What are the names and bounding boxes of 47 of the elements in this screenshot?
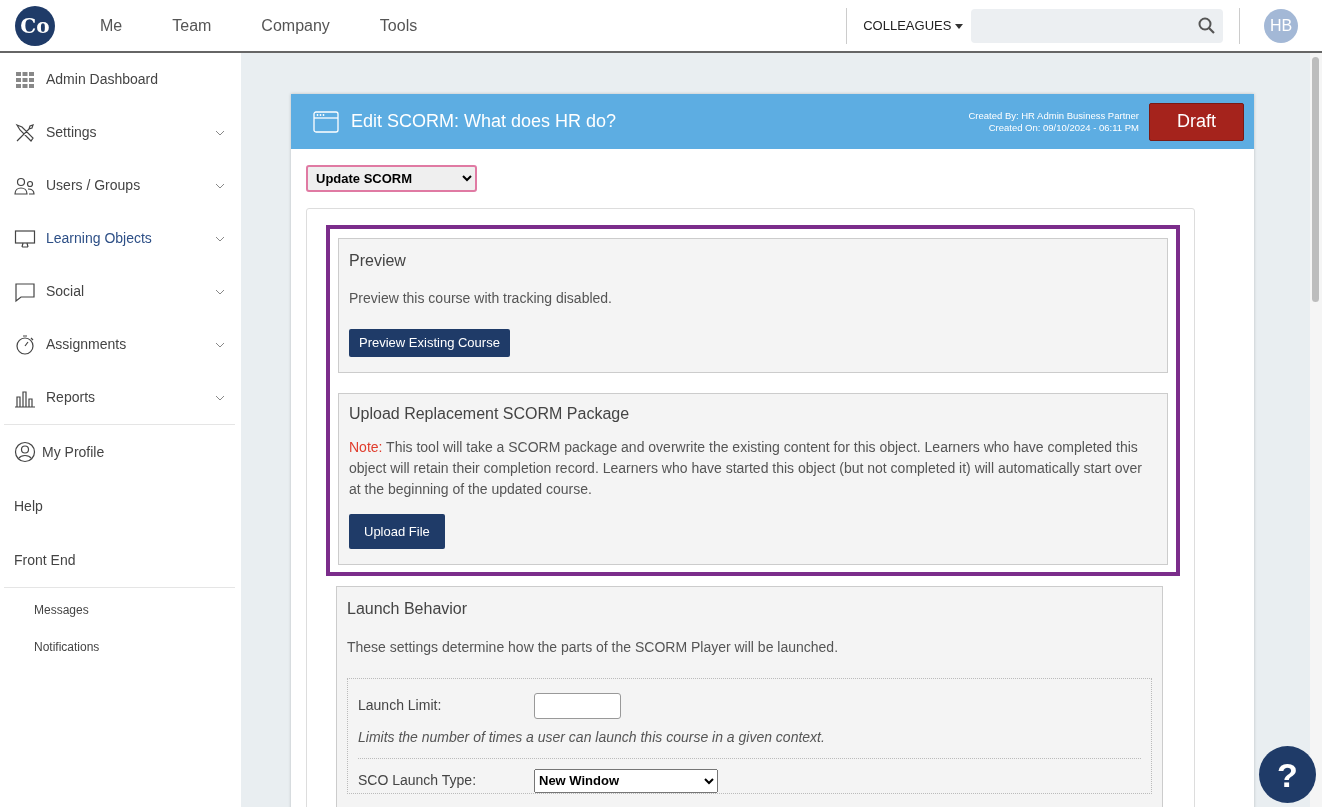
sidebar-item[interactable]: Social: [4, 265, 235, 318]
sidebar-item[interactable]: Assignments: [4, 318, 235, 371]
sidebar-item[interactable]: Admin Dashboard: [4, 53, 235, 106]
search-field[interactable]: [971, 8, 1223, 43]
monitor-icon: [14, 227, 36, 250]
nav-link[interactable]: Tools: [379, 13, 418, 38]
help-button[interactable]: ?: [1259, 746, 1316, 803]
panel-title: Launch Behavior: [347, 599, 469, 619]
sidebar-link[interactable]: Messages: [4, 592, 235, 629]
speech-bubble-icon: [14, 280, 36, 303]
panel-title: Upload Replacement SCORM Package: [349, 403, 631, 423]
sidebar-link[interactable]: Help: [4, 479, 235, 533]
action-select[interactable]: Update SCORM: [306, 165, 477, 192]
nav-link[interactable]: Company: [261, 13, 330, 38]
created-by-text: Created By: HR Admin Business Partner: [968, 110, 1139, 122]
page-title: Edit SCORM: What does HR do?: [351, 110, 617, 133]
input-field[interactable]: [534, 692, 621, 719]
field-label: Launch Limit:: [358, 696, 443, 716]
colleagues-dropdown[interactable]: COLLEAGUES: [855, 15, 971, 36]
panel-text: Preview this course with tracking disabled.: [349, 289, 613, 309]
person-circle-icon: [14, 441, 36, 463]
panel-title: Preview: [349, 251, 407, 271]
sidebar-link[interactable]: Front End: [4, 533, 235, 587]
nav-link[interactable]: Team: [172, 13, 212, 38]
upload-button[interactable]: Upload File: [349, 513, 445, 550]
sidebar-link[interactable]: Notifications: [4, 629, 235, 666]
scrollbar-thumb[interactable]: [1312, 57, 1319, 302]
nav-link[interactable]: Me: [100, 13, 123, 38]
browser-window-icon: [313, 110, 339, 133]
note-text: Note: This tool will take a SCORM package and overwrite the existing content for this object. Learners who have completed this object will retain their completion record. Learners who have started this object (but not completed it) will automatically start over at the beginning of the updated course.: [349, 437, 1143, 499]
caret-icon: [955, 23, 963, 29]
sidebar-item[interactable]: Users / Groups: [4, 159, 235, 212]
panel-text: These settings determine how the parts of the SCORM Player will be launched.: [347, 637, 840, 657]
created-on-text: Created On: 09/10/2024 - 06:11 PM: [987, 121, 1139, 133]
sidebar-item[interactable]: Settings: [4, 106, 235, 159]
sidebar-item[interactable]: Learning Objects: [4, 212, 235, 265]
sidebar-item[interactable]: Reports: [4, 371, 235, 424]
stopwatch-icon: [14, 333, 36, 356]
search-icon[interactable]: [1198, 17, 1215, 34]
preview-button[interactable]: Preview Existing Course: [349, 329, 510, 357]
field-label: SCO Launch Type:: [358, 771, 478, 791]
tools-icon: [14, 121, 36, 144]
logo[interactable]: Co: [15, 5, 55, 46]
field-hint: Limits the number of times a user can launch this course in a given context.: [358, 726, 1141, 759]
sidebar-link[interactable]: My Profile: [4, 425, 235, 479]
status-button[interactable]: Draft: [1149, 102, 1244, 141]
launch-type-select[interactable]: New Window: [534, 768, 718, 793]
